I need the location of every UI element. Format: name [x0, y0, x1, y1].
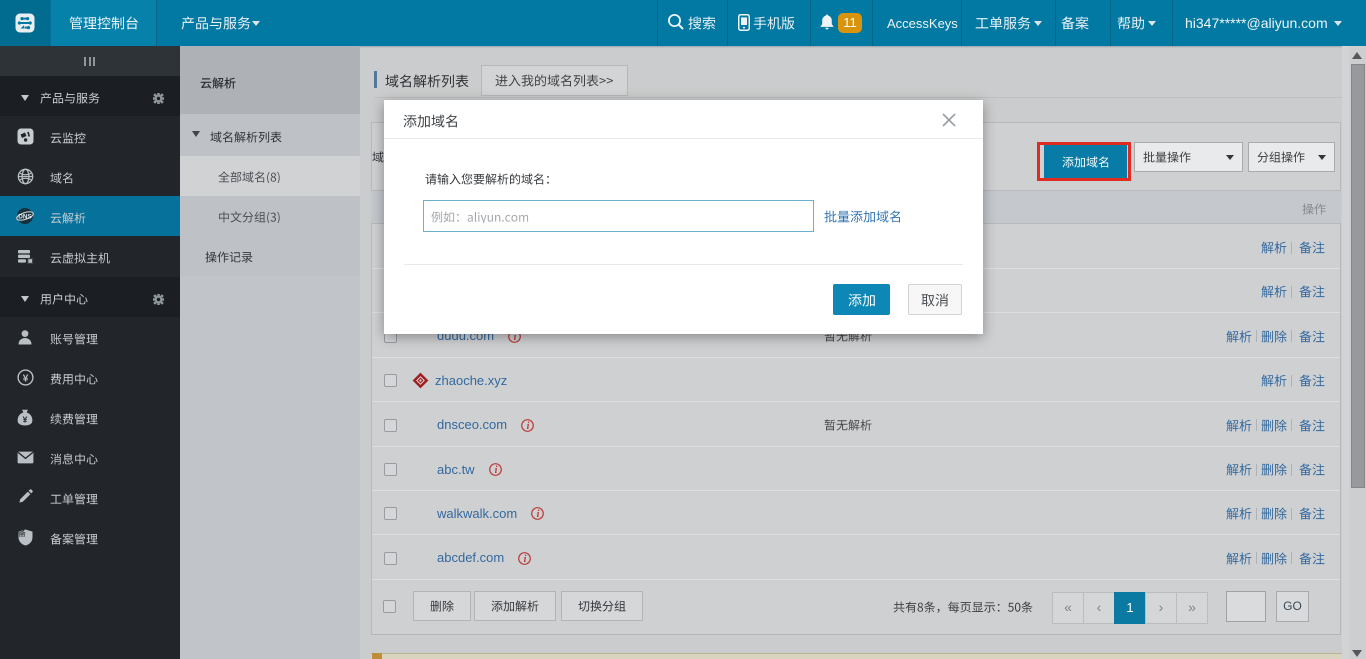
svg-text:¥: ¥: [23, 414, 28, 424]
svg-text:DNS: DNS: [18, 214, 32, 221]
svg-text:i: i: [527, 420, 530, 431]
svg-text:¥: ¥: [23, 372, 29, 384]
svg-text:i: i: [524, 553, 527, 564]
svg-text:i: i: [494, 465, 497, 476]
svg-text:i: i: [537, 509, 540, 520]
